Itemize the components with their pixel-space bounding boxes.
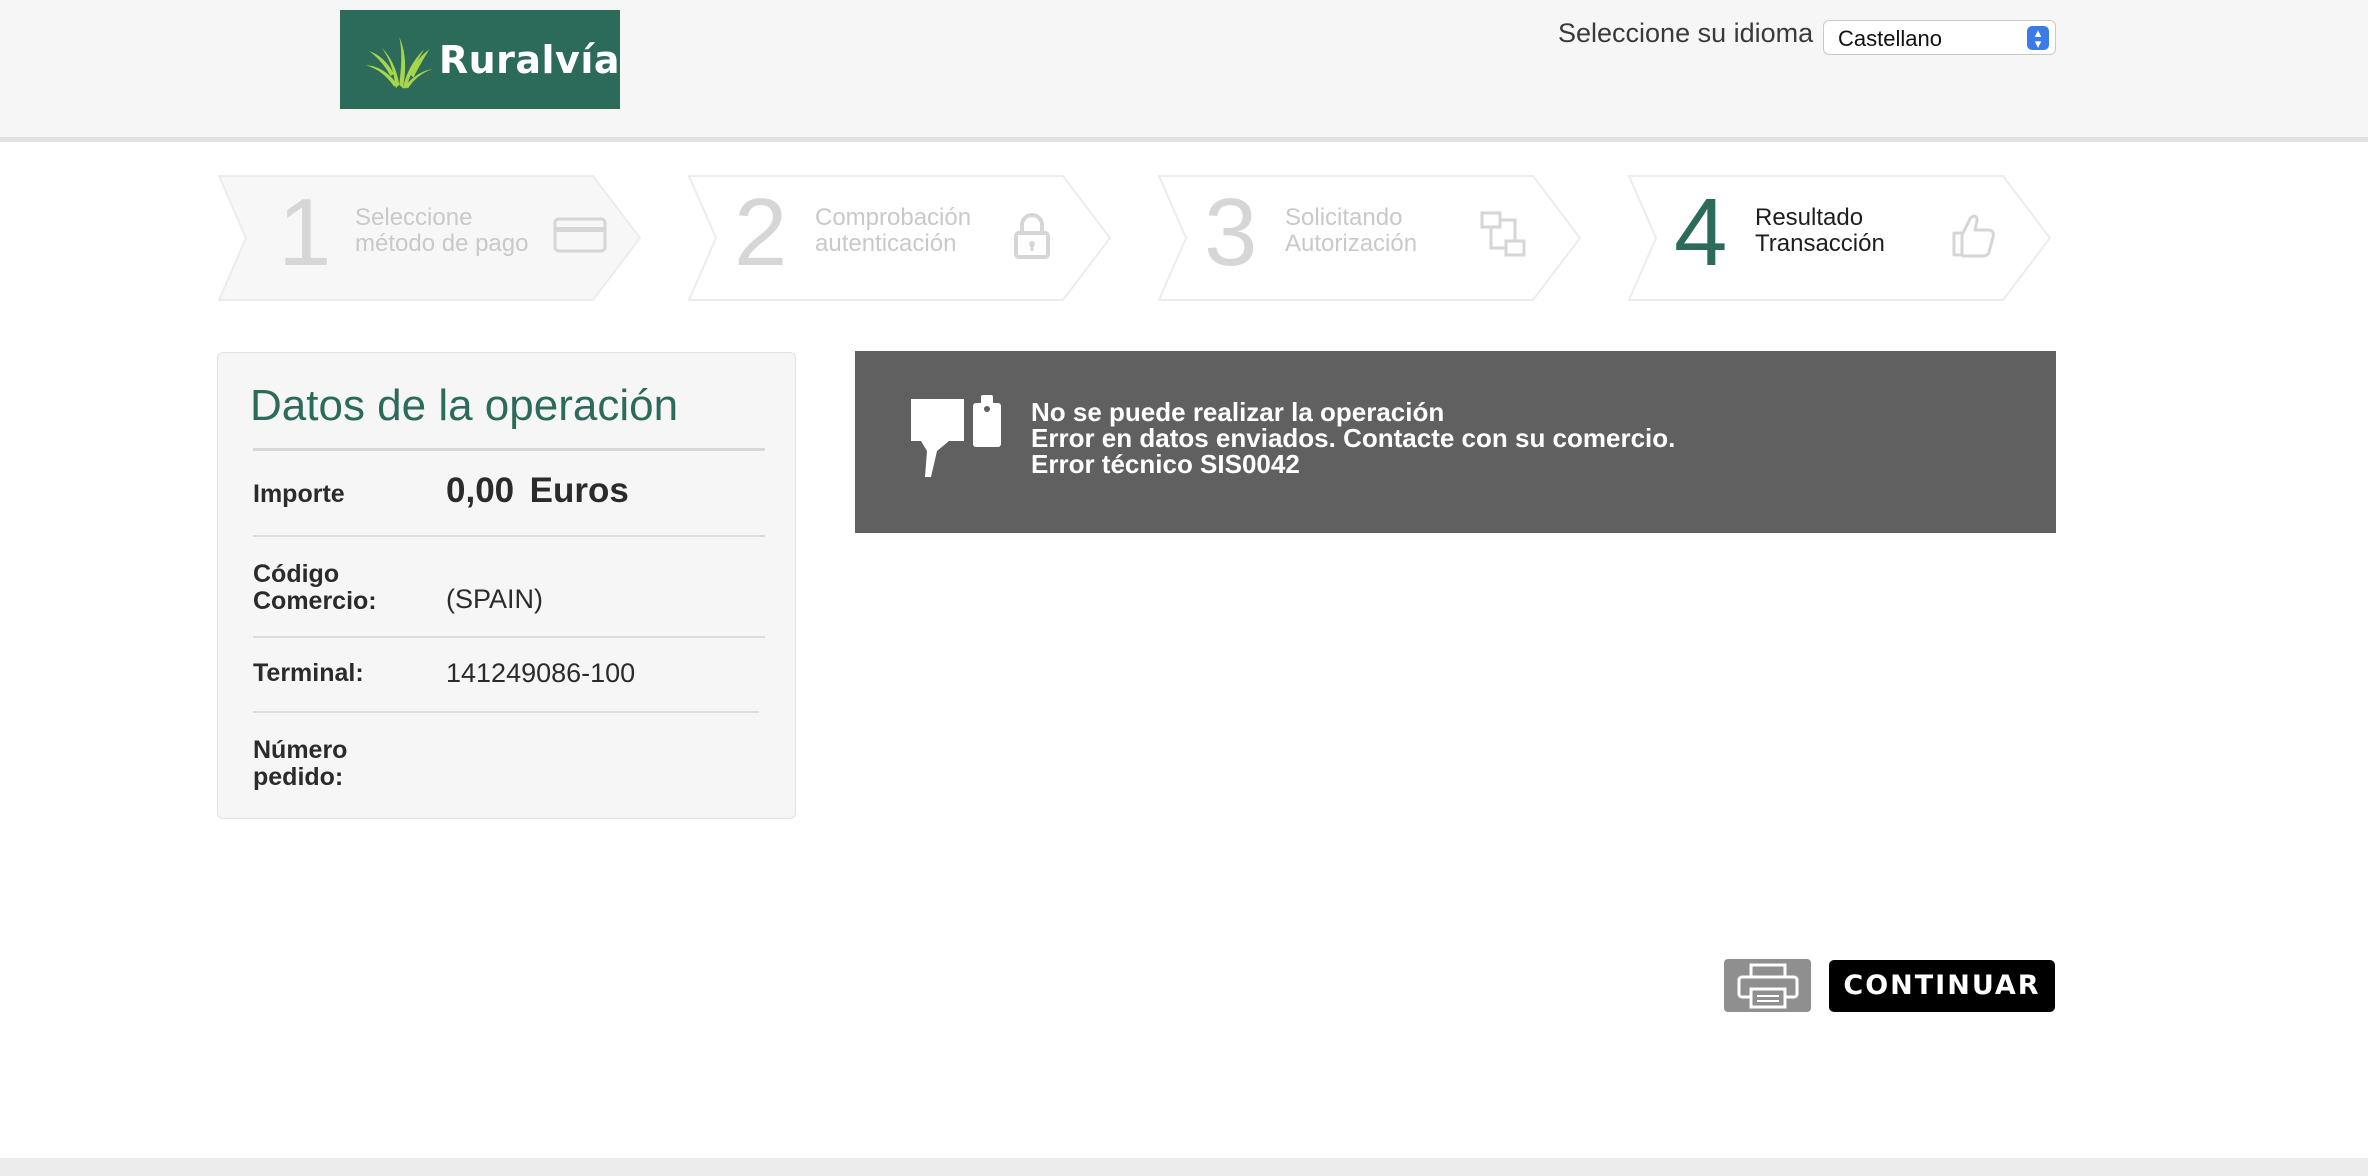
footer-bar bbox=[0, 1158, 2368, 1176]
step-label-line1: Comprobación bbox=[815, 204, 972, 231]
step-2: 2 Comprobación autenticación bbox=[688, 175, 1113, 301]
terminal-value: 141249086-100 bbox=[446, 658, 636, 688]
step-label-line2: Transacción bbox=[1755, 230, 1885, 257]
wheat-logo-icon bbox=[365, 36, 433, 88]
merchant-label-line1: Código bbox=[253, 560, 340, 588]
panel-title: Datos de la operación bbox=[250, 381, 679, 430]
credit-card-icon bbox=[553, 217, 607, 253]
language-select[interactable]: Castellano ▴ ▾ bbox=[1823, 20, 2056, 55]
step-label-line1: Resultado bbox=[1755, 204, 1864, 231]
step-label: Resultado Transacción bbox=[1755, 205, 1935, 257]
step-number: 2 bbox=[734, 179, 788, 286]
step-label: Seleccione método de pago bbox=[355, 205, 535, 257]
logo-text: Ruralvía bbox=[438, 37, 620, 82]
thumbs-down-icon bbox=[911, 395, 1001, 477]
ruralvia-logo[interactable]: Ruralvía bbox=[340, 10, 620, 109]
error-line-3: Error técnico SIS0042 bbox=[1031, 449, 1300, 479]
select-arrows-icon: ▴ ▾ bbox=[2027, 26, 2049, 50]
step-number: 1 bbox=[278, 179, 332, 286]
continue-button[interactable]: CONTINUAR bbox=[1829, 960, 2055, 1012]
thumbs-up-icon bbox=[1952, 214, 1995, 258]
order-row: Número pedido: bbox=[253, 713, 765, 813]
amount-value-group: 0,00 Euros bbox=[446, 471, 629, 511]
lock-icon bbox=[1014, 213, 1050, 259]
printer-icon bbox=[1737, 963, 1798, 1008]
transfer-icon bbox=[1480, 211, 1526, 257]
order-label: Número pedido: bbox=[253, 737, 347, 791]
step-label-line1: Seleccione bbox=[355, 204, 473, 231]
step-1: 1 Seleccione método de pago bbox=[218, 175, 643, 301]
operation-data-panel: Datos de la operación Importe 0,00 Euros… bbox=[217, 352, 796, 819]
step-3: 3 Solicitando Autorización bbox=[1158, 175, 1583, 301]
header: Ruralvía Seleccione su idioma Castellano… bbox=[0, 0, 2368, 142]
step-number: 4 bbox=[1674, 179, 1728, 286]
language-label: Seleccione su idioma bbox=[1558, 18, 1814, 48]
merchant-label-line2: Comercio: bbox=[253, 587, 377, 615]
order-label-line2: pedido: bbox=[253, 763, 344, 791]
amount-currency: Euros bbox=[529, 471, 629, 510]
error-line-1: No se puede realizar la operación bbox=[1031, 397, 1445, 427]
error-line-2: Error en datos enviados. Contacte con su… bbox=[1031, 423, 1676, 453]
step-number: 3 bbox=[1204, 179, 1258, 286]
step-label-line2: método de pago bbox=[355, 230, 529, 257]
print-button[interactable] bbox=[1724, 959, 1811, 1012]
language-selected-value: Castellano bbox=[1838, 26, 1942, 51]
terminal-row: Terminal: 141249086-100 bbox=[253, 638, 759, 713]
error-message-box: No se puede realizar la operación Error … bbox=[855, 351, 2056, 533]
step-label-line2: autenticación bbox=[815, 230, 957, 257]
merchant-label: Código Comercio: bbox=[253, 561, 377, 615]
step-4: 4 Resultado Transacción bbox=[1628, 175, 2053, 301]
step-label: Comprobación autenticación bbox=[815, 205, 995, 257]
amount-label: Importe bbox=[253, 480, 345, 508]
divider bbox=[253, 448, 765, 451]
step-label: Solicitando Autorización bbox=[1285, 205, 1465, 257]
terminal-label: Terminal: bbox=[253, 659, 364, 687]
order-label-line1: Número bbox=[253, 736, 348, 764]
merchant-row: Código Comercio: (SPAIN) bbox=[253, 537, 765, 638]
amount-row: Importe 0,00 Euros bbox=[253, 453, 765, 537]
amount-value: 0,00 bbox=[446, 471, 515, 510]
step-label-line1: Solicitando bbox=[1285, 204, 1403, 231]
progress-steps: 1 Seleccione método de pago 2 Comprobaci… bbox=[218, 175, 2054, 301]
merchant-value: (SPAIN) bbox=[446, 584, 544, 614]
step-label-line2: Autorización bbox=[1285, 230, 1418, 257]
error-messages: No se puede realizar la operación Error … bbox=[1031, 399, 1675, 477]
